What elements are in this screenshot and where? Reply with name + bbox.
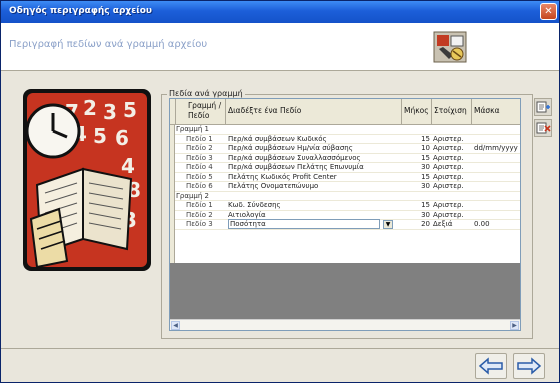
col-description[interactable]: Διαδέξτε ένα Πεδίο: [226, 99, 402, 125]
field-desc: Πελάτης Κωδικός Profit Center: [228, 172, 337, 181]
table-row[interactable]: Πεδίο 5 Πελάτης Κωδικός Profit Center 15 Αρ…: [170, 172, 520, 182]
group-label: Γραμμή 1: [176, 125, 209, 133]
field-name: Πεδίο 2: [186, 144, 213, 152]
field-length: 30: [421, 182, 430, 190]
bottom-separator: [1, 348, 559, 349]
field-type: Αριστερ.: [433, 134, 464, 143]
chevron-down-icon[interactable]: ▼: [383, 220, 393, 229]
field-type: Αριστερ.: [433, 182, 464, 190]
field-type: Αριστερ.: [433, 172, 464, 181]
svg-text:6: 6: [115, 126, 129, 150]
field-name: Πεδίο 3: [186, 153, 213, 162]
wizard-window: Οδηγός περιγραφής αρχείου ✕ Περιγραφή πε…: [0, 0, 560, 383]
wizard-tools-icon: [433, 31, 467, 63]
field-desc: Περ/κά συμβάσεων Κωδικός: [228, 134, 327, 143]
next-button[interactable]: [513, 353, 545, 379]
field-type: Δεξιά: [433, 220, 453, 228]
field-name: Πεδίο 4: [186, 163, 213, 171]
svg-text:4: 4: [121, 154, 135, 178]
field-desc: Περ/κά συμβάσεων Συναλλασσόμενος: [228, 153, 361, 162]
field-desc: Κωδ. Σύνδεσης: [228, 201, 281, 209]
field-length: 30: [421, 210, 430, 219]
scroll-right-icon[interactable]: ▶: [510, 321, 519, 330]
field-name: Πεδίο 3: [186, 220, 213, 228]
field-name: Πεδίο 2: [186, 210, 213, 219]
field-type: Αριστερ.: [433, 210, 464, 219]
table-row-selected[interactable]: Πεδίο 3 Ποσότητα 20 Δεξιά 0.00: [170, 219, 520, 230]
field-mask: dd/mm/yyyy: [474, 144, 518, 152]
field-desc: Πελάτης Ονοματεπώνυμο: [228, 182, 319, 190]
table-row[interactable]: Πεδίο 3 Περ/κά συμβάσεων Συναλλασσόμενος 1…: [170, 153, 520, 163]
col-row-field[interactable]: Γραμμή /Πεδίο: [176, 99, 226, 125]
grid-rows: Γραμμή 1 Πεδίο 1 Περ/κά συμβάσεων Κωδικός…: [170, 125, 520, 263]
field-type: Αριστερ.: [433, 144, 464, 152]
field-length: 15: [421, 134, 430, 143]
grid-header: Γραμμή /Πεδίο Διαδέξτε ένα Πεδίο Μήκος Σ…: [170, 99, 520, 125]
table-row[interactable]: Πεδίο 6 Πελάτης Ονοματεπώνυμο 30 Αριστερ.: [170, 182, 520, 192]
svg-text:3: 3: [103, 100, 117, 124]
field-type: Αριστερ.: [433, 201, 464, 209]
add-field-button[interactable]: [534, 98, 552, 116]
col-type[interactable]: Στοίχιση: [432, 99, 472, 125]
field-length: 15: [421, 172, 430, 181]
group-legend: Πεδία ανά γραμμή: [167, 89, 245, 98]
add-field-icon: [536, 101, 550, 113]
svg-text:2: 2: [83, 96, 97, 120]
close-button[interactable]: ✕: [540, 3, 557, 20]
window-title: Οδηγός περιγραφής αρχείου: [9, 6, 152, 16]
delete-field-icon: [536, 122, 551, 134]
col-length[interactable]: Μήκος: [402, 99, 432, 125]
svg-text:5: 5: [93, 124, 107, 148]
table-row[interactable]: Πεδίο 4 Περ/κά συμβάσεων Πελάτης Επωνυμία…: [170, 163, 520, 173]
group-label: Γραμμή 2: [176, 191, 209, 200]
col-mask[interactable]: Μάσκα: [472, 99, 520, 125]
field-type: Αριστερ.: [433, 153, 464, 162]
delete-field-button[interactable]: [534, 119, 552, 137]
row-selector-column: [170, 125, 175, 263]
svg-text:5: 5: [123, 98, 137, 122]
title-bar[interactable]: Οδηγός περιγραφής αρχείου ✕: [1, 1, 559, 23]
field-length: 30: [421, 163, 430, 171]
step-subtitle: Περιγραφή πεδίων ανά γραμμή αρχείου: [9, 39, 208, 50]
table-row[interactable]: Πεδίο 2 Περ/κά συμβάσεων Ημ/νία σύβασης 10…: [170, 144, 520, 154]
field-desc-combo[interactable]: Ποσότητα: [228, 219, 380, 229]
table-row[interactable]: Γραμμή 1: [170, 125, 520, 135]
table-row[interactable]: Πεδίο 1 Περ/κά συμβάσεων Κωδικός 15 Αριστερ…: [170, 134, 520, 144]
scroll-left-icon[interactable]: ◀: [171, 321, 180, 330]
field-type: Αριστερ.: [433, 163, 464, 171]
back-button[interactable]: [475, 353, 507, 379]
arrow-left-icon: [478, 357, 503, 375]
field-length: 20: [421, 220, 430, 228]
field-length: 15: [421, 201, 430, 209]
field-length: 15: [421, 153, 430, 162]
horizontal-scrollbar[interactable]: ◀ ▶: [170, 319, 520, 330]
arrow-right-icon: [517, 357, 542, 375]
book-clock-illustration: 7235 456 483: [23, 89, 151, 271]
field-name: Πεδίο 6: [186, 182, 213, 190]
field-name: Πεδίο 1: [186, 201, 213, 209]
table-row[interactable]: Γραμμή 2: [170, 191, 520, 201]
wizard-header: Περιγραφή πεδίων ανά γραμμή αρχείου: [1, 23, 559, 71]
field-desc: Περ/κά συμβάσεων Πελάτης Επωνυμία: [228, 163, 364, 171]
field-name: Πεδίο 5: [186, 172, 213, 181]
field-mask: 0.00: [474, 220, 490, 228]
field-length: 10: [421, 144, 430, 152]
fields-grid[interactable]: Γραμμή /Πεδίο Διαδέξτε ένα Πεδίο Μήκος Σ…: [169, 98, 521, 331]
field-desc: Περ/κά συμβάσεων Ημ/νία σύβασης: [228, 144, 353, 152]
table-row[interactable]: Πεδίο 1 Κωδ. Σύνδεσης 15 Αριστερ.: [170, 201, 520, 211]
field-name: Πεδίο 1: [186, 134, 213, 143]
